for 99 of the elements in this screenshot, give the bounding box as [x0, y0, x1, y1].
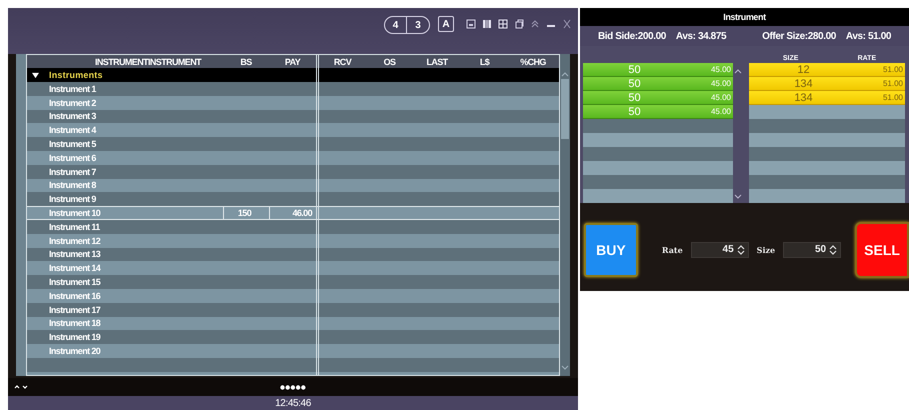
offer-rate: 51.00	[882, 93, 904, 102]
segment-button[interactable]: 3	[407, 17, 429, 33]
copy-icon[interactable]	[514, 19, 524, 29]
bid-size: 50	[627, 92, 642, 104]
instrument-row[interactable]: Instrument 20	[27, 344, 559, 358]
instrument-row[interactable]: Instrument 9	[27, 192, 559, 206]
instrument-row[interactable]: Instrument 4	[27, 123, 559, 138]
instrument-name: Instrument 10	[48, 208, 102, 218]
instrument-name: Instrument 17	[48, 304, 102, 315]
instrument-row[interactable]: Instrument 7	[27, 164, 559, 179]
double-chevron-up-icon[interactable]	[530, 19, 540, 29]
instrument-name: Instrument 5	[48, 139, 98, 150]
instrument-name: Instrument 11	[48, 222, 101, 232]
offer-size: 134	[793, 78, 814, 90]
bid-size: 50	[627, 64, 642, 76]
column-header[interactable]: BS	[223, 56, 269, 66]
segment-button[interactable]: 4	[385, 17, 407, 33]
column-header[interactable]: OS	[366, 56, 413, 66]
instrument-row[interactable]: Instrument 2	[27, 96, 559, 110]
instrument-name: Instrument 15	[48, 277, 102, 288]
close-icon[interactable]	[562, 19, 572, 29]
offer-row[interactable]: 134 51.00	[749, 77, 905, 91]
instrument-row[interactable]: Instrument 10 150 46.00	[27, 206, 559, 220]
group-label: Instruments	[49, 70, 103, 80]
mode-button[interactable]: A	[438, 16, 454, 32]
instrument-name: Instrument 1	[48, 84, 98, 94]
column-header[interactable]: INSTRUMENTINSTRUMENT	[27, 56, 223, 66]
instrument-name: Instrument 2	[48, 98, 97, 108]
bid-size: 50	[627, 78, 642, 90]
bid-rate: 45.00	[710, 107, 732, 116]
instrument-name: Instrument 19	[48, 332, 102, 342]
table-cell: 150	[223, 207, 269, 219]
column-header[interactable]: L$	[461, 56, 508, 66]
instrument-row[interactable]: Instrument 8	[27, 178, 559, 192]
group-row[interactable]: Instruments	[27, 68, 559, 82]
grid-icon[interactable]	[498, 19, 508, 29]
pager-dots-icon[interactable]	[280, 384, 306, 390]
rate-label: Rate	[662, 244, 683, 254]
instrument-name: Instrument 6	[48, 152, 97, 163]
scroll-up-icon[interactable]	[734, 69, 742, 74]
scroll-down-icon[interactable]	[734, 194, 742, 199]
offer-row[interactable]: 12 51.00	[749, 63, 905, 77]
column-header[interactable]: RCV	[319, 56, 366, 66]
bid-average: Avs: 34.875	[676, 30, 726, 42]
bid-rate: 45.00	[710, 79, 732, 88]
instrument-row[interactable]: Instrument 3	[27, 110, 559, 124]
offer-rate: 51.00	[882, 79, 904, 88]
instrument-name: Instrument 20	[48, 346, 102, 356]
instrument-row[interactable]: Instrument 16	[27, 288, 559, 303]
bid-size: 50	[627, 106, 642, 118]
offer-rate: 51.00	[882, 65, 904, 74]
up-down-icon[interactable]	[14, 384, 30, 390]
expand-arrow-icon[interactable]	[32, 72, 39, 78]
bid-side-total: Bid Side:200.00	[598, 30, 666, 42]
column-header[interactable]: %CHG	[508, 56, 558, 66]
instrument-row[interactable]: Instrument 12	[27, 234, 559, 248]
instrument-name: Instrument 13	[48, 249, 102, 260]
scrollbar[interactable]	[560, 54, 570, 376]
instrument-row[interactable]: Instrument 14	[27, 261, 559, 276]
instrument-name: Instrument 12	[48, 236, 102, 246]
offer-average: Avs: 51.00	[846, 30, 892, 42]
instrument-row[interactable]: Instrument 17	[27, 302, 559, 317]
instrument-name: Instrument 18	[48, 318, 102, 328]
instrument-name: Instrument 9	[48, 194, 97, 204]
status-time: 12:45:46	[275, 398, 311, 408]
offer-row[interactable]: 134 51.00	[749, 91, 905, 105]
column-header[interactable]: PAY	[269, 56, 316, 66]
instrument-name: Instrument 4	[48, 125, 98, 136]
columns-icon[interactable]	[482, 19, 492, 29]
instrument-name: Instrument 8	[48, 180, 97, 190]
instrument-name: Instrument 16	[48, 290, 102, 301]
instrument-row[interactable]: Instrument 19	[27, 330, 559, 344]
single-view-icon[interactable]	[466, 19, 476, 29]
instrument-row[interactable]: Instrument 18	[27, 316, 559, 330]
instrument-row[interactable]: Instrument 6	[27, 150, 559, 165]
instrument-row[interactable]: Instrument 5	[27, 137, 559, 151]
column-header[interactable]: LAST	[413, 56, 461, 66]
instrument-name: Instrument 7	[48, 166, 97, 177]
offer-size: 12	[796, 64, 811, 76]
panel-title: Instrument	[723, 12, 766, 22]
instrument-row[interactable]: Instrument 11	[27, 220, 559, 234]
rate-field[interactable]: 45	[690, 242, 749, 258]
spinner-icon[interactable]	[829, 244, 838, 256]
scroll-thumb[interactable]	[561, 79, 569, 139]
instrument-row[interactable]: Instrument 1	[27, 82, 559, 96]
spinner-icon[interactable]	[736, 244, 745, 256]
bid-rate: 45.00	[710, 93, 732, 102]
buy-button[interactable]: BUY	[584, 222, 638, 276]
instrument-row[interactable]: Instrument 15	[27, 275, 559, 289]
offer-size: 134	[793, 92, 814, 104]
sell-button[interactable]: SELL	[855, 222, 909, 278]
instrument-name: Instrument 3	[48, 111, 97, 122]
size-label: Size	[756, 244, 776, 254]
bid-rate: 45.00	[710, 65, 732, 74]
size-field[interactable]: 50	[783, 242, 842, 258]
instrument-name: Instrument 14	[48, 263, 102, 274]
offer-size-total: Offer Size:280.00	[762, 30, 836, 42]
instrument-row[interactable]: Instrument 13	[27, 248, 559, 262]
table-cell: 46.00	[269, 207, 316, 219]
